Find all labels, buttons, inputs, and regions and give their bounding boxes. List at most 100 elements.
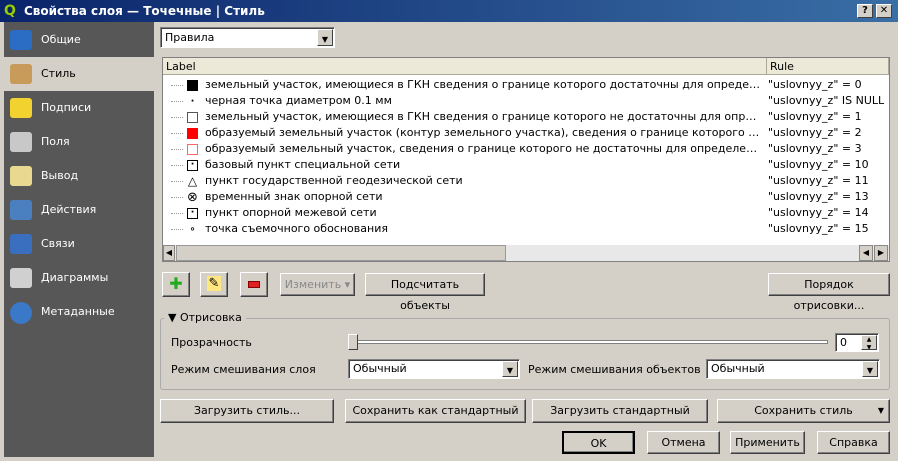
title-bar: Свойства слоя — Точечные | Стиль [0,0,898,22]
sidebar-item-6[interactable]: Связи [4,227,154,261]
modify-dropdown-button[interactable]: Изменить ▾ [280,273,355,296]
renderer-select[interactable]: Правила ▼ [160,27,335,48]
table-icon [10,132,32,152]
rule-label: временный знак опорной сети [205,190,383,203]
column-header-label[interactable]: Label [163,58,767,75]
rule-row[interactable]: образуемый земельный участок (контур зем… [163,125,889,141]
rule-row[interactable]: △ пункт государственной геодезической сет… [163,173,889,189]
sidebar-item-3[interactable]: Поля [4,125,154,159]
rule-row[interactable]: · пункт опорной межевой сети "uslovnyy_z" … [163,205,889,221]
scrollbar-thumb[interactable] [176,245,506,261]
rule-row[interactable]: · черная точка диаметром 0.1 мм "uslovnyy_… [163,93,889,109]
sidebar-item-label: Подписи [41,101,92,114]
transparency-slider[interactable] [350,340,828,344]
transparency-spinbox[interactable]: 0 ▲ ▼ [835,333,879,352]
sidebar-item-8[interactable]: Метаданные [4,295,154,329]
rendering-order-button[interactable]: Порядок отрисовки... [768,273,890,312]
window-title: Свойства слоя — Точечные | Стиль [24,4,265,18]
rule-label: земельный участок, имеющиеся в ГКН сведе… [205,110,763,123]
spin-arrows-icon: ▲ ▼ [861,335,877,351]
ok-button[interactable]: OK [562,431,635,454]
save-as-default-button[interactable]: Сохранить как стандартный [345,399,526,423]
load-default-button[interactable]: Загрузить стандартный [532,399,708,423]
rule-row[interactable]: образуемый земельный участок, сведения о… [163,141,889,157]
sidebar-item-label: Вывод [41,169,79,182]
chevron-down-icon: ▼ [317,29,333,46]
horizontal-scrollbar[interactable]: ◀ ◀ ▶ [163,245,889,261]
rule-label: базовый пункт специальной сети [205,158,401,171]
transparency-label: Прозрачность [171,336,252,349]
rule-row[interactable]: · базовый пункт специальной сети "uslovnyy… [163,157,889,173]
sidebar-item-label: Стиль [41,67,76,80]
sidebar-item-label: Метаданные [41,305,115,318]
render-group-title[interactable]: ▼ Отрисовка [164,311,246,324]
gear-play-icon [10,200,32,220]
sidebar-item-label: Действия [41,203,97,216]
abc-label-icon [10,98,32,118]
rule-label: пункт опорной межевой сети [205,206,377,219]
rule-row[interactable]: ⊗ временный знак опорной сети "uslovnyy_z"… [163,189,889,205]
dot-symbol-icon: · [190,96,195,107]
load-style-button[interactable]: Загрузить стиль... [160,399,334,423]
sidebar-item-label: Поля [41,135,70,148]
tools-icon [10,30,32,50]
close-button[interactable]: ✕ [876,4,892,18]
rule-label: точка съемочного обоснования [205,222,388,235]
chevron-down-icon: ▼ [502,361,518,377]
edit-icon: ✎ [206,276,222,291]
sidebar-item-label: Общие [41,33,81,46]
rule-label: образуемый земельный участок (контур зем… [205,126,763,139]
arrow-left-icon [10,234,32,254]
remove-rule-button[interactable] [240,272,268,297]
paintbrush-icon [10,64,32,84]
help-dialog-button[interactable]: Справка [817,431,890,454]
chart-icon [10,268,32,288]
sidebar-item-2[interactable]: Подписи [4,91,154,125]
rule-row[interactable]: ∘ точка съемочного обоснования "uslovnyy_z… [163,221,889,237]
feature-blend-select[interactable]: Обычный ▼ [706,359,880,379]
layer-blend-label: Режим смешивания слоя [171,363,316,376]
sidebar: Общие Стиль Подписи Поля Вывод Действия Связи Д… [4,22,154,457]
filled-square-symbol-icon [187,128,198,139]
renderer-value: Правила [165,31,215,44]
layer-blend-select[interactable]: Обычный ▼ [348,359,520,379]
add-rule-button[interactable]: ✚ [162,272,190,297]
triangle-symbol-icon: △ [187,174,198,188]
rule-row[interactable]: земельный участок, имеющиеся в ГКН сведе… [163,77,889,93]
square-dot-symbol-icon: · [187,208,198,219]
empty-square-symbol-icon [187,144,198,155]
filled-square-symbol-icon [187,80,198,91]
save-style-button[interactable]: Сохранить стиль ▼ [717,399,890,423]
rule-label: образуемый земельный участок, сведения о… [205,142,763,155]
rule-expression: "uslovnyy_z" = 13 [768,190,869,203]
rule-expression: "uslovnyy_z" = 2 [768,126,862,139]
edit-rule-button[interactable]: ✎ [200,272,228,297]
render-group [160,318,890,390]
sidebar-item-0[interactable]: Общие [4,23,154,57]
slider-handle[interactable] [348,334,358,350]
small-circle-symbol-icon: ∘ [189,224,196,235]
rule-label: черная точка диаметром 0.1 мм [205,94,392,107]
chevron-down-icon: ▼ [862,361,878,377]
feature-blend-label: Режим смешивания объектов [528,363,701,376]
rule-expression: "uslovnyy_z" = 1 [768,110,862,123]
rules-tree[interactable]: Label Rule ◀ ◀ ▶ земельный участок, имею… [162,57,890,262]
sidebar-item-label: Связи [41,237,75,250]
sidebar-item-label: Диаграммы [41,271,109,284]
sidebar-item-1[interactable]: Стиль [4,57,154,91]
help-button[interactable]: ? [857,4,873,18]
rule-expression: "uslovnyy_z" = 14 [768,206,869,219]
count-features-button[interactable]: Подсчитать объекты [365,273,485,312]
cancel-button[interactable]: Отмена [647,431,720,454]
sidebar-item-7[interactable]: Диаграммы [4,261,154,295]
speech-bubble-icon [10,166,32,186]
rule-expression: "uslovnyy_z" = 0 [768,78,862,91]
square-dot-symbol-icon: · [187,160,198,171]
rule-row[interactable]: земельный участок, имеющиеся в ГКН сведе… [163,109,889,125]
column-header-rule[interactable]: Rule [767,58,889,75]
apply-button[interactable]: Применить [730,431,805,454]
sidebar-item-5[interactable]: Действия [4,193,154,227]
rule-label: земельный участок, имеющиеся в ГКН сведе… [205,78,763,91]
sidebar-item-4[interactable]: Вывод [4,159,154,193]
rule-expression: "uslovnyy_z" = 15 [768,222,869,235]
